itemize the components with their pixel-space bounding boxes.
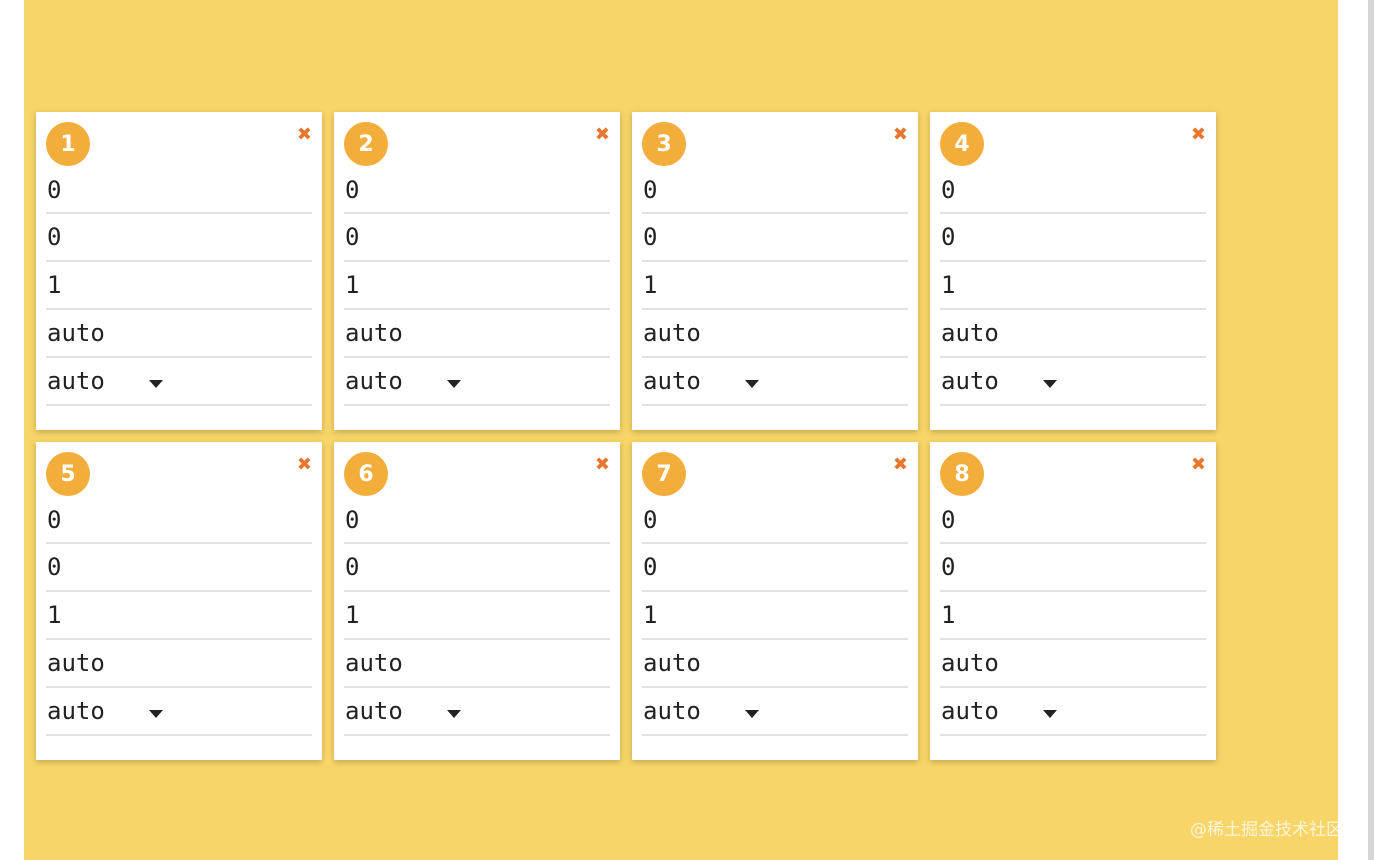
flex-grow-field[interactable]: 1	[642, 592, 908, 640]
flex-item-card: 5 ✖ 0 0 1 auto auto	[36, 442, 322, 760]
close-icon[interactable]: ✖	[595, 126, 610, 144]
margin-field[interactable]: 0	[344, 498, 610, 544]
caret-down-icon	[1042, 380, 1057, 388]
item-number-badge: 8	[940, 452, 984, 496]
flex-basis-field[interactable]: auto	[940, 310, 1206, 358]
flex-basis-field[interactable]: auto	[46, 640, 312, 688]
watermark: @稀土掘金技术社区	[1190, 820, 1343, 840]
margin-field[interactable]: 0	[642, 168, 908, 214]
flex-grow-field[interactable]: 1	[940, 262, 1206, 310]
margin-field[interactable]: 0	[940, 498, 1206, 544]
close-icon[interactable]: ✖	[297, 126, 312, 144]
order-field[interactable]: 0	[940, 214, 1206, 262]
flex-item-card: 7 ✖ 0 0 1 auto auto	[632, 442, 918, 760]
align-self-select[interactable]: auto	[46, 688, 312, 736]
close-icon[interactable]: ✖	[893, 126, 908, 144]
item-number-badge: 5	[46, 452, 90, 496]
item-number-badge: 4	[940, 122, 984, 166]
flex-basis-field[interactable]: auto	[344, 640, 610, 688]
item-number-badge: 2	[344, 122, 388, 166]
flex-grow-field[interactable]: 1	[642, 262, 908, 310]
flex-item-card: 8 ✖ 0 0 1 auto auto	[930, 442, 1216, 760]
flex-basis-field[interactable]: auto	[642, 640, 908, 688]
order-field[interactable]: 0	[940, 544, 1206, 592]
caret-down-icon	[148, 380, 163, 388]
flex-playground-container: 1 ✖ 0 0 1 auto auto 2 ✖ 0 0 1 auto auto …	[24, 0, 1338, 860]
align-self-select[interactable]: auto	[642, 358, 908, 406]
margin-field[interactable]: 0	[46, 168, 312, 214]
scrollbar[interactable]	[1368, 0, 1374, 860]
align-self-select[interactable]: auto	[940, 358, 1206, 406]
flex-grow-field[interactable]: 1	[344, 262, 610, 310]
flex-item-card: 2 ✖ 0 0 1 auto auto	[334, 112, 620, 430]
order-field[interactable]: 0	[642, 544, 908, 592]
flex-basis-field[interactable]: auto	[940, 640, 1206, 688]
item-number-badge: 1	[46, 122, 90, 166]
flex-basis-field[interactable]: auto	[642, 310, 908, 358]
order-field[interactable]: 0	[344, 544, 610, 592]
caret-down-icon	[744, 710, 759, 718]
flex-grow-field[interactable]: 1	[940, 592, 1206, 640]
order-field[interactable]: 0	[46, 544, 312, 592]
align-self-select[interactable]: auto	[642, 688, 908, 736]
close-icon[interactable]: ✖	[297, 456, 312, 474]
flex-item-card: 4 ✖ 0 0 1 auto auto	[930, 112, 1216, 430]
flex-grow-field[interactable]: 1	[344, 592, 610, 640]
order-field[interactable]: 0	[642, 214, 908, 262]
align-self-select[interactable]: auto	[46, 358, 312, 406]
close-icon[interactable]: ✖	[893, 456, 908, 474]
caret-down-icon	[446, 710, 461, 718]
margin-field[interactable]: 0	[46, 498, 312, 544]
flex-item-card: 3 ✖ 0 0 1 auto auto	[632, 112, 918, 430]
align-self-select[interactable]: auto	[344, 358, 610, 406]
margin-field[interactable]: 0	[642, 498, 908, 544]
align-self-select[interactable]: auto	[940, 688, 1206, 736]
order-field[interactable]: 0	[344, 214, 610, 262]
item-number-badge: 3	[642, 122, 686, 166]
close-icon[interactable]: ✖	[1191, 126, 1206, 144]
margin-field[interactable]: 0	[344, 168, 610, 214]
flex-grow-field[interactable]: 1	[46, 262, 312, 310]
close-icon[interactable]: ✖	[1191, 456, 1206, 474]
margin-field[interactable]: 0	[940, 168, 1206, 214]
caret-down-icon	[446, 380, 461, 388]
caret-down-icon	[1042, 710, 1057, 718]
flex-item-card: 6 ✖ 0 0 1 auto auto	[334, 442, 620, 760]
close-icon[interactable]: ✖	[595, 456, 610, 474]
caret-down-icon	[148, 710, 163, 718]
card-grid: 1 ✖ 0 0 1 auto auto 2 ✖ 0 0 1 auto auto …	[36, 112, 1216, 760]
flex-item-card: 1 ✖ 0 0 1 auto auto	[36, 112, 322, 430]
align-self-select[interactable]: auto	[344, 688, 610, 736]
order-field[interactable]: 0	[46, 214, 312, 262]
item-number-badge: 7	[642, 452, 686, 496]
item-number-badge: 6	[344, 452, 388, 496]
flex-basis-field[interactable]: auto	[344, 310, 610, 358]
flex-basis-field[interactable]: auto	[46, 310, 312, 358]
flex-grow-field[interactable]: 1	[46, 592, 312, 640]
caret-down-icon	[744, 380, 759, 388]
